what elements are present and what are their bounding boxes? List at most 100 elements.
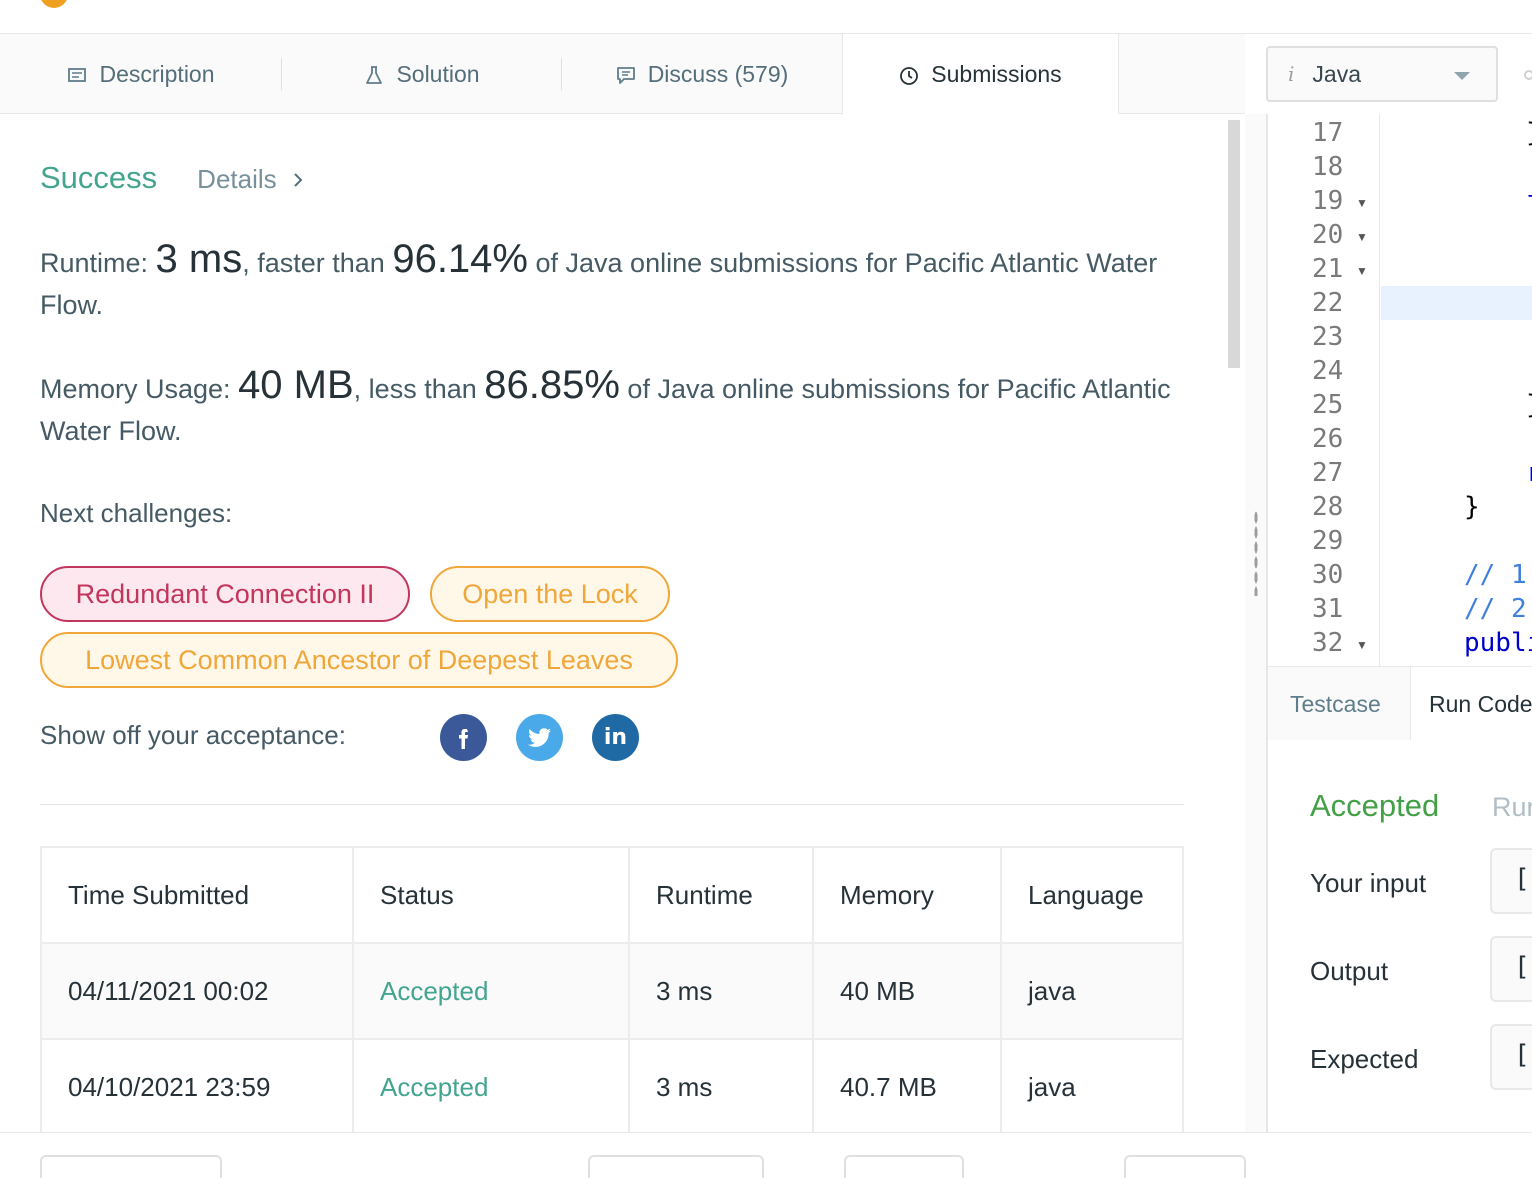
line-number: 32 <box>1312 628 1344 658</box>
divider <box>40 804 1184 805</box>
settings-icon[interactable] <box>1524 70 1532 80</box>
code-line: } <box>1526 116 1532 150</box>
scrollbar-thumb[interactable] <box>1228 120 1240 368</box>
table-row[interactable]: 04/11/2021 00:02 Accepted 3 ms 40 MB jav… <box>40 942 1184 1040</box>
column-header-language[interactable]: Language <box>1000 846 1184 944</box>
language-value: Java <box>1312 60 1361 87</box>
result-header: Success Details <box>40 160 303 196</box>
line-number: 19 <box>1312 186 1344 216</box>
table-header-row: Time Submitted Status Runtime Memory Lan… <box>40 846 1184 944</box>
cell-memory: 40 MB <box>812 942 1002 1040</box>
left-panel-scrollbar[interactable] <box>1226 114 1245 1132</box>
challenge-chip-open-the-lock[interactable]: Open the Lock <box>430 566 670 622</box>
problem-tab-bar: Description Solution Discuss (579) Submi… <box>0 34 1245 115</box>
line-number: 30 <box>1312 560 1344 590</box>
line-number: 21 <box>1312 254 1344 284</box>
line-number: 20 <box>1312 220 1344 250</box>
submission-result-panel: Success Details Runtime: 3 ms, faster th… <box>0 114 1226 1132</box>
tab-submissions-label: Submissions <box>931 61 1062 87</box>
panel-resize-handle[interactable] <box>1245 114 1266 1132</box>
tab-discuss-label: Discuss (579) <box>647 60 789 87</box>
line-number: 29 <box>1312 526 1344 556</box>
prev-button[interactable] <box>844 1155 964 1178</box>
column-header-status[interactable]: Status <box>352 846 630 944</box>
share-label: Show off your acceptance: <box>40 720 346 750</box>
tab-solution[interactable]: Solution <box>282 34 562 114</box>
output-value: [[ <box>1490 936 1532 1002</box>
line-number: 24 <box>1312 356 1344 386</box>
expected-value: [[ <box>1490 1024 1532 1090</box>
line-number: 26 <box>1312 424 1344 454</box>
code-editor[interactable]: 17 18 19 ▼ 20 ▼ 21 ▼ 22 23 24 25 26 27 28 29 30 31 32 ▼ } f}… <box>1266 114 1532 666</box>
code-line: // 1: <box>1464 560 1532 590</box>
cell-status-link[interactable]: Accepted <box>352 942 630 1040</box>
run-code-result-panel: Accepted Run Your input [[ Output [[ Exp… <box>1266 740 1532 1132</box>
line-number-gutter: 17 18 19 ▼ 20 ▼ 21 ▼ 22 23 24 25 26 27 28 29 30 31 32 ▼ <box>1268 114 1380 666</box>
twitter-icon[interactable] <box>516 714 563 761</box>
runtime-label: Runtime: <box>40 248 156 278</box>
line-number: 28 <box>1312 492 1344 522</box>
cell-runtime: 3 ms <box>628 1038 814 1132</box>
bottom-toolbar <box>0 1132 1532 1178</box>
pick-one-button[interactable] <box>588 1155 764 1178</box>
run-status: Accepted <box>1310 788 1440 823</box>
code-line: r <box>1526 456 1532 490</box>
problems-button[interactable] <box>40 1155 222 1178</box>
fold-arrow-icon[interactable]: ▼ <box>1356 220 1368 254</box>
your-input-value: [[ <box>1490 848 1532 914</box>
code-line: } <box>1464 492 1480 522</box>
code-line: f <box>1526 184 1532 218</box>
runtime-mid: , faster than <box>242 248 393 278</box>
code-line: } <box>1526 388 1532 422</box>
cell-time: 04/11/2021 00:02 <box>40 942 354 1040</box>
fold-arrow-icon[interactable]: ▼ <box>1356 254 1368 288</box>
fold-arrow-icon[interactable]: ▼ <box>1356 186 1368 220</box>
description-icon <box>67 64 87 84</box>
flask-icon <box>364 64 384 84</box>
tab-solution-label: Solution <box>396 60 480 87</box>
table-row[interactable]: 04/10/2021 23:59 Accepted 3 ms 40.7 MB j… <box>40 1038 1184 1132</box>
console-tab-bar: Testcase Run Code <box>1266 666 1532 741</box>
chevron-right-icon <box>293 172 303 187</box>
runtime-value: 3 ms <box>155 237 243 281</box>
line-number: 18 <box>1312 152 1344 182</box>
linkedin-icon[interactable]: in <box>592 714 639 761</box>
output-label: Output <box>1310 956 1389 986</box>
tab-discuss[interactable]: Discuss (579) <box>562 34 842 114</box>
line-number: 25 <box>1312 390 1344 420</box>
cell-language: java <box>1000 942 1184 1040</box>
column-header-time[interactable]: Time Submitted <box>40 846 354 944</box>
next-challenges-label: Next challenges: <box>40 498 233 528</box>
info-icon[interactable]: i <box>1288 62 1294 86</box>
result-status: Success <box>40 160 158 195</box>
tab-testcase[interactable]: Testcase <box>1290 667 1381 741</box>
column-header-memory[interactable]: Memory <box>812 846 1002 944</box>
column-header-runtime[interactable]: Runtime <box>628 846 814 944</box>
code-line: publi <box>1464 628 1532 658</box>
active-line-highlight <box>1381 286 1532 320</box>
challenge-chip-redundant-connection-ii[interactable]: Redundant Connection II <box>40 566 410 622</box>
leetcode-logo-icon[interactable] <box>40 0 68 8</box>
memory-label: Memory Usage: <box>40 374 239 404</box>
submissions-table: Time Submitted Status Runtime Memory Lan… <box>40 846 1184 1132</box>
line-number: 27 <box>1312 458 1344 488</box>
challenge-chip-lowest-common-ancestor[interactable]: Lowest Common Ancestor of Deepest Leaves <box>40 632 678 688</box>
cell-status-link[interactable]: Accepted <box>352 1038 630 1132</box>
cell-language: java <box>1000 1038 1184 1132</box>
runtime-percentile: 96.14% <box>392 237 528 281</box>
next-button[interactable] <box>1124 1155 1246 1178</box>
tab-run-code-result[interactable]: Run Code <box>1410 667 1532 741</box>
fold-arrow-icon[interactable]: ▼ <box>1356 628 1368 662</box>
runtime-summary: Runtime: 3 ms, faster than 96.14% of Jav… <box>40 238 1180 326</box>
your-input-label: Your input <box>1310 868 1427 898</box>
details-link[interactable]: Details <box>197 164 303 195</box>
cell-time: 04/10/2021 23:59 <box>40 1038 354 1132</box>
facebook-icon[interactable] <box>440 714 487 761</box>
tab-submissions[interactable]: Submissions <box>842 34 1119 115</box>
language-select[interactable]: i Java <box>1266 46 1498 102</box>
tab-description[interactable]: Description <box>0 34 282 114</box>
discuss-icon <box>616 64 636 84</box>
line-number: 23 <box>1312 322 1344 352</box>
memory-summary: Memory Usage: 40 MB, less than 86.85% of… <box>40 364 1180 452</box>
code-line: // 2: <box>1464 594 1532 624</box>
